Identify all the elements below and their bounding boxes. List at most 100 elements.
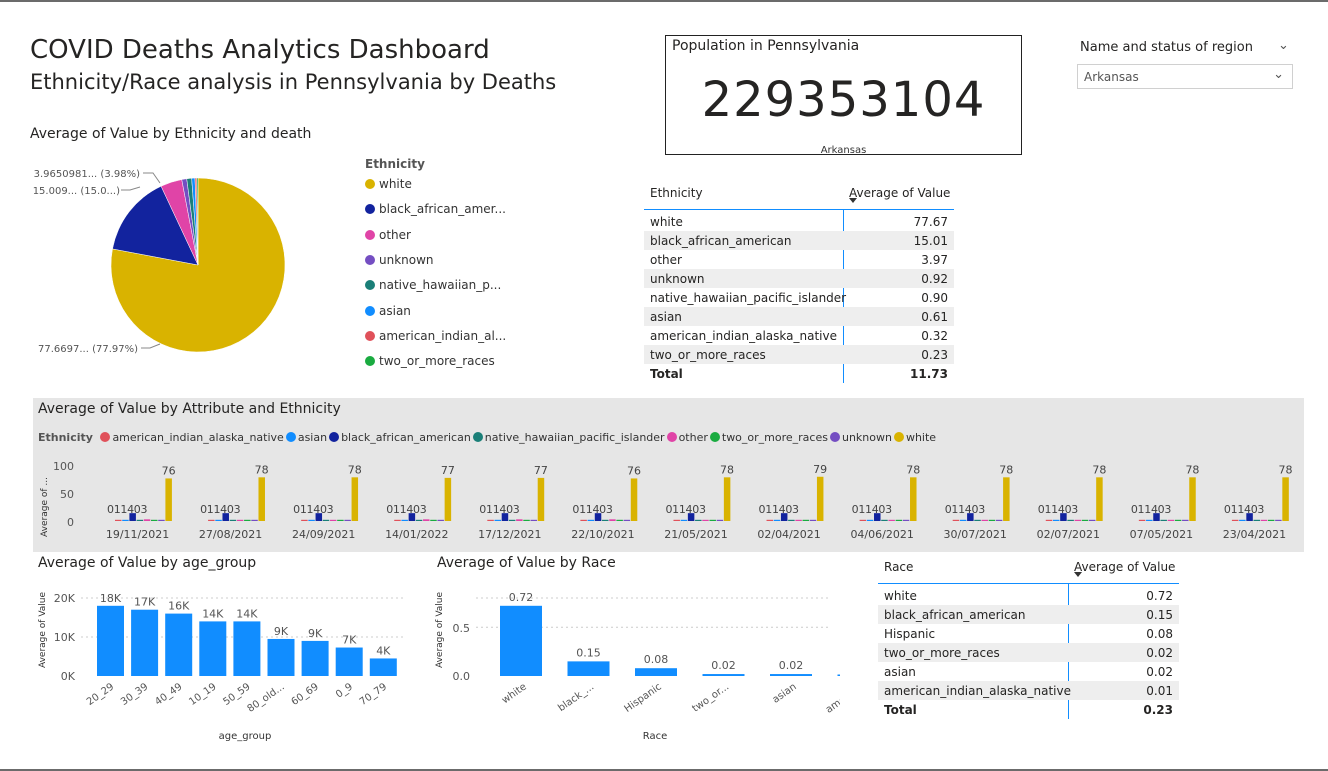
bar-asian[interactable] — [680, 519, 688, 521]
table1-header-value[interactable]: Average of Value — [849, 186, 950, 200]
bar-white[interactable] — [630, 478, 638, 521]
race-bar[interactable] — [635, 668, 677, 676]
race-bar[interactable] — [837, 674, 841, 677]
sort-desc-icon[interactable] — [1074, 572, 1082, 577]
bar-asian[interactable] — [308, 519, 315, 521]
bar-white[interactable] — [910, 477, 917, 521]
bar-unknown[interactable] — [251, 519, 258, 521]
bar-two-or-more-races[interactable] — [988, 519, 996, 521]
age-bar[interactable] — [369, 658, 397, 676]
bar-other[interactable] — [423, 519, 430, 521]
sort-desc-icon[interactable] — [849, 198, 857, 203]
attribute-legend-item[interactable]: other — [666, 431, 708, 444]
bar-two-or-more-races[interactable] — [1174, 519, 1182, 521]
race-bar[interactable] — [567, 661, 610, 676]
bar-white[interactable] — [165, 478, 172, 521]
table2-header-value[interactable]: Average of Value — [1074, 560, 1175, 574]
bar-white[interactable] — [1189, 477, 1196, 521]
bar-white[interactable] — [816, 476, 824, 521]
bar-other[interactable] — [1260, 519, 1268, 521]
bar-white[interactable] — [1282, 477, 1289, 521]
bar-unknown[interactable] — [902, 519, 910, 521]
bar-native-hawaiian-pacific-islander[interactable] — [601, 519, 609, 521]
table-row[interactable]: unknown 0.92 — [644, 269, 954, 288]
bar-other[interactable] — [1074, 519, 1082, 521]
bar-unknown[interactable] — [530, 519, 538, 521]
bar-other[interactable] — [609, 519, 616, 521]
bar-asian[interactable] — [122, 519, 129, 521]
age-bar[interactable] — [233, 621, 261, 676]
bar-native-hawaiian-pacific-islander[interactable] — [1253, 519, 1261, 521]
bar-american-indian-alaska-native[interactable] — [301, 519, 308, 521]
bar-american-indian-alaska-native[interactable] — [766, 519, 774, 521]
bar-unknown[interactable] — [158, 519, 165, 521]
table-row[interactable]: Hispanic 0.08 — [878, 624, 1179, 643]
table2-header-race[interactable]: Race — [884, 560, 913, 574]
bar-asian[interactable] — [1052, 519, 1060, 521]
pie-legend-item[interactable]: unknown — [365, 253, 434, 267]
attribute-legend-item[interactable]: white — [893, 431, 936, 444]
bar-unknown[interactable] — [1182, 519, 1189, 521]
bar-two-or-more-races[interactable] — [151, 519, 158, 521]
bar-two-or-more-races[interactable] — [430, 519, 437, 521]
pie-legend-item[interactable]: native_hawaiian_p... — [365, 278, 501, 292]
attribute-legend-item[interactable]: black_african_american — [329, 431, 471, 444]
bar-native-hawaiian-pacific-islander[interactable] — [881, 519, 888, 521]
bar-white[interactable] — [258, 477, 265, 521]
bar-native-hawaiian-pacific-islander[interactable] — [974, 519, 981, 521]
bar-american-indian-alaska-native[interactable] — [1138, 519, 1146, 521]
region-slicer-dropdown[interactable]: Arkansas ⌄ — [1077, 64, 1293, 89]
bar-asian[interactable] — [215, 519, 222, 521]
pie-legend-item[interactable]: asian — [365, 304, 411, 318]
table-row[interactable]: two_or_more_races 0.02 — [878, 643, 1179, 662]
bar-asian[interactable] — [773, 519, 781, 521]
bar-unknown[interactable] — [437, 519, 444, 521]
bar-white[interactable] — [444, 477, 452, 521]
bar-native-hawaiian-pacific-islander[interactable] — [788, 519, 795, 521]
table-row[interactable]: black_african_american 15.01 — [644, 231, 954, 250]
bar-native-hawaiian-pacific-islander[interactable] — [1067, 519, 1074, 521]
table-row[interactable]: asian 0.61 — [644, 307, 954, 326]
age-bar[interactable] — [97, 605, 124, 676]
bar-two-or-more-races[interactable] — [802, 519, 810, 521]
pie-legend-item[interactable]: other — [365, 228, 411, 242]
race-bar[interactable] — [702, 674, 745, 676]
bar-unknown[interactable] — [623, 519, 631, 521]
race-bar[interactable] — [770, 674, 812, 676]
bar-asian[interactable] — [1239, 519, 1246, 521]
bar-white[interactable] — [537, 477, 545, 521]
bar-native-hawaiian-pacific-islander[interactable] — [415, 519, 423, 521]
bar-native-hawaiian-pacific-islander[interactable] — [136, 519, 144, 521]
bar-white[interactable] — [351, 477, 359, 521]
age-bar[interactable] — [267, 638, 295, 676]
bar-unknown[interactable] — [1275, 519, 1282, 521]
bar-two-or-more-races[interactable] — [1267, 519, 1275, 521]
bar-american-indian-alaska-native[interactable] — [115, 519, 122, 521]
bar-unknown[interactable] — [809, 519, 817, 521]
age-bar[interactable] — [335, 647, 363, 676]
bar-asian[interactable] — [494, 519, 502, 521]
bar-two-or-more-races[interactable] — [523, 519, 530, 521]
bar-asian[interactable] — [866, 519, 874, 521]
table-row[interactable]: two_or_more_races 0.23 — [644, 345, 954, 364]
attribute-legend-item[interactable]: unknown — [829, 431, 892, 444]
bar-other[interactable] — [143, 519, 151, 521]
attribute-legend-item[interactable]: native_hawaiian_pacific_islander — [472, 431, 665, 444]
bar-asian[interactable] — [1146, 519, 1153, 521]
table-row[interactable]: asian 0.02 — [878, 662, 1179, 681]
bar-american-indian-alaska-native[interactable] — [208, 519, 215, 521]
pie-legend-item[interactable]: black_african_amer... — [365, 202, 506, 216]
bar-native-hawaiian-pacific-islander[interactable] — [508, 519, 516, 521]
attribute-legend-item[interactable]: asian — [285, 431, 327, 444]
bar-american-indian-alaska-native[interactable] — [1045, 519, 1053, 521]
bar-unknown[interactable] — [344, 519, 351, 521]
bar-american-indian-alaska-native[interactable] — [580, 519, 587, 521]
table1-header-ethnicity[interactable]: Ethnicity — [650, 186, 703, 200]
attribute-legend-item[interactable]: american_indian_alaska_native — [100, 431, 284, 444]
bar-native-hawaiian-pacific-islander[interactable] — [229, 519, 237, 521]
table-row[interactable]: black_african_american 0.15 — [878, 605, 1179, 624]
bar-asian[interactable] — [959, 519, 967, 521]
bar-other[interactable] — [329, 519, 337, 521]
bar-asian[interactable] — [587, 519, 595, 521]
bar-other[interactable] — [888, 519, 895, 521]
